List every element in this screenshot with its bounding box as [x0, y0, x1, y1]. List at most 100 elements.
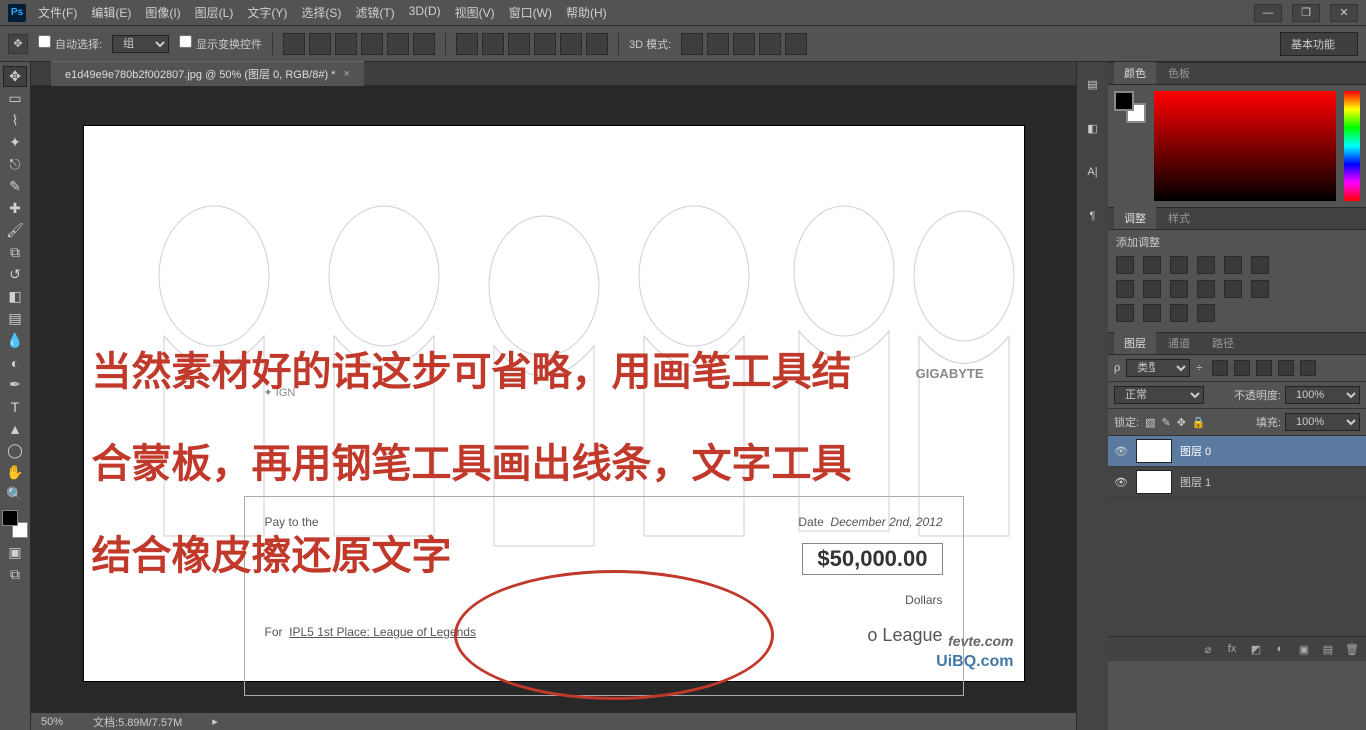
- doc-info[interactable]: 文档:5.89M/7.57M: [93, 714, 182, 730]
- adj-icon[interactable]: [1197, 280, 1215, 298]
- hue-slider[interactable]: [1344, 91, 1360, 201]
- tab-adjustments[interactable]: 调整: [1114, 207, 1156, 229]
- adj-icon[interactable]: [1143, 280, 1161, 298]
- dist-btn[interactable]: [534, 33, 556, 55]
- layer-filter[interactable]: [1234, 360, 1250, 376]
- color-swatches[interactable]: [2, 510, 28, 538]
- canvas-area[interactable]: ✦ IGN GIGABYTE Pay to the Date December …: [31, 86, 1076, 712]
- panel-swatches[interactable]: [1114, 91, 1146, 123]
- 3d-btn[interactable]: [785, 33, 807, 55]
- adjustment-layer-icon[interactable]: ◐: [1272, 641, 1288, 657]
- screenmode-toggle[interactable]: ⧉: [3, 564, 27, 585]
- adj-icon[interactable]: [1143, 256, 1161, 274]
- dist-btn[interactable]: [456, 33, 478, 55]
- menu-select[interactable]: 选择(S): [301, 4, 341, 21]
- align-btn[interactable]: [283, 33, 305, 55]
- lock-brush-icon[interactable]: ✎: [1161, 416, 1170, 429]
- 3d-btn[interactable]: [707, 33, 729, 55]
- properties-panel-icon[interactable]: ◧: [1083, 118, 1103, 138]
- lasso-tool[interactable]: ⌇: [3, 110, 27, 131]
- delete-layer-icon[interactable]: 🗑: [1344, 641, 1360, 657]
- tab-layers[interactable]: 图层: [1114, 332, 1156, 354]
- adj-icon[interactable]: [1197, 256, 1215, 274]
- character-panel-icon[interactable]: A|: [1083, 162, 1103, 182]
- menu-type[interactable]: 文字(Y): [247, 4, 287, 21]
- adj-icon[interactable]: [1143, 304, 1161, 322]
- align-btn[interactable]: [309, 33, 331, 55]
- align-btn[interactable]: [361, 33, 383, 55]
- menu-file[interactable]: 文件(F): [38, 4, 77, 21]
- blur-tool[interactable]: 💧: [3, 330, 27, 351]
- menu-view[interactable]: 视图(V): [455, 4, 495, 21]
- gradient-tool[interactable]: ▤: [3, 308, 27, 329]
- color-spectrum[interactable]: [1154, 91, 1336, 201]
- lock-all-icon[interactable]: 🔒: [1192, 416, 1206, 429]
- dist-btn[interactable]: [482, 33, 504, 55]
- statusbar-arrow-icon[interactable]: ▸: [212, 715, 218, 728]
- tab-channels[interactable]: 通道: [1158, 332, 1200, 354]
- lock-move-icon[interactable]: ✥: [1177, 416, 1186, 429]
- menu-edit[interactable]: 编辑(E): [91, 4, 131, 21]
- layer-filter-kind[interactable]: 类型: [1126, 359, 1190, 377]
- align-btn[interactable]: [413, 33, 435, 55]
- adj-icon[interactable]: [1197, 304, 1215, 322]
- pen-tool[interactable]: ✒: [3, 374, 27, 395]
- mask-icon[interactable]: ◩: [1248, 641, 1264, 657]
- dodge-tool[interactable]: ◐: [3, 352, 27, 373]
- adj-icon[interactable]: [1116, 304, 1134, 322]
- align-btn[interactable]: [335, 33, 357, 55]
- adj-icon[interactable]: [1251, 256, 1269, 274]
- adj-icon[interactable]: [1170, 280, 1188, 298]
- autoselect-target-select[interactable]: 组: [112, 35, 169, 53]
- heal-tool[interactable]: ✚: [3, 198, 27, 219]
- eraser-tool[interactable]: ◧: [3, 286, 27, 307]
- adj-icon[interactable]: [1224, 256, 1242, 274]
- move-tool[interactable]: ✥: [3, 66, 27, 87]
- stamp-tool[interactable]: ⧉: [3, 242, 27, 263]
- dist-btn[interactable]: [508, 33, 530, 55]
- tab-color[interactable]: 颜色: [1114, 62, 1156, 84]
- lock-pixels-icon[interactable]: ▧: [1145, 416, 1155, 429]
- quickmask-toggle[interactable]: ▣: [3, 542, 27, 563]
- window-close-button[interactable]: ✕: [1330, 4, 1358, 22]
- visibility-icon[interactable]: 👁: [1114, 445, 1128, 458]
- dist-btn[interactable]: [560, 33, 582, 55]
- layer-filter[interactable]: [1278, 360, 1294, 376]
- adj-icon[interactable]: [1224, 280, 1242, 298]
- align-btn[interactable]: [387, 33, 409, 55]
- layer-item[interactable]: 👁 图层 1: [1108, 467, 1366, 498]
- brush-tool[interactable]: 🖌: [3, 220, 27, 241]
- opacity-select[interactable]: 100%: [1285, 386, 1360, 404]
- show-transform-checkbox[interactable]: 显示变换控件: [179, 35, 262, 52]
- hand-tool[interactable]: ✋: [3, 462, 27, 483]
- tab-paths[interactable]: 路径: [1202, 332, 1244, 354]
- tab-styles[interactable]: 样式: [1158, 207, 1200, 229]
- wand-tool[interactable]: ✦: [3, 132, 27, 153]
- menu-3d[interactable]: 3D(D): [409, 4, 441, 21]
- menu-window[interactable]: 窗口(W): [509, 4, 552, 21]
- zoom-level[interactable]: 50%: [41, 716, 63, 728]
- marquee-tool[interactable]: ▭: [3, 88, 27, 109]
- menu-help[interactable]: 帮助(H): [566, 4, 607, 21]
- adj-icon[interactable]: [1170, 256, 1188, 274]
- history-panel-icon[interactable]: ▤: [1083, 74, 1103, 94]
- type-tool[interactable]: T: [3, 396, 27, 417]
- menu-layer[interactable]: 图层(L): [195, 4, 234, 21]
- history-brush-tool[interactable]: ↺: [3, 264, 27, 285]
- autoselect-checkbox[interactable]: 自动选择:: [38, 35, 102, 52]
- window-maximize-button[interactable]: ❐: [1292, 4, 1320, 22]
- adj-icon[interactable]: [1116, 280, 1134, 298]
- adj-icon[interactable]: [1170, 304, 1188, 322]
- new-layer-icon[interactable]: ▤: [1320, 641, 1336, 657]
- link-layers-icon[interactable]: ⌀: [1200, 641, 1216, 657]
- shape-tool[interactable]: ◯: [3, 440, 27, 461]
- crop-tool[interactable]: ⎋: [3, 154, 27, 175]
- adj-icon[interactable]: [1116, 256, 1134, 274]
- workspace-switcher[interactable]: 基本功能: [1280, 32, 1358, 56]
- menu-filter[interactable]: 滤镜(T): [355, 4, 394, 21]
- 3d-btn[interactable]: [733, 33, 755, 55]
- group-icon[interactable]: ▣: [1296, 641, 1312, 657]
- 3d-btn[interactable]: [681, 33, 703, 55]
- layer-filter[interactable]: [1212, 360, 1228, 376]
- window-minimize-button[interactable]: —: [1254, 4, 1282, 22]
